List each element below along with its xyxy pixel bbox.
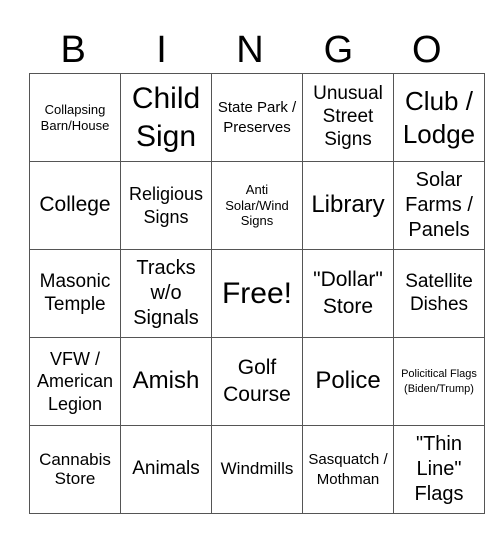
bingo-cell[interactable]: Amish [120, 337, 212, 426]
bingo-cell[interactable]: Cannabis Store [29, 425, 121, 514]
bingo-cell[interactable]: Child Sign [120, 73, 212, 162]
header-letter-o: O [411, 29, 442, 71]
bingo-cell[interactable]: VFW / American Legion [29, 337, 121, 426]
bingo-cell[interactable]: "Dollar" Store [302, 249, 394, 338]
bingo-cell[interactable]: Tracks w/o Signals [120, 249, 212, 338]
header-letter-b: B [60, 29, 86, 71]
header-letter-i: I [156, 29, 167, 71]
bingo-cell[interactable]: Sasquatch / Mothman [302, 425, 394, 514]
bingo-cell[interactable]: Golf Course [211, 337, 303, 426]
bingo-cell[interactable]: Solar Farms / Panels [393, 161, 485, 250]
bingo-cell[interactable]: Unusual Street Signs [302, 73, 394, 162]
bingo-cell[interactable]: Collapsing Barn/House [29, 73, 121, 162]
bingo-cell[interactable]: "Thin Line" Flags [393, 425, 485, 514]
free-space-cell[interactable]: Free! [211, 249, 303, 338]
bingo-card: Collapsing Barn/House Child Sign State P… [29, 73, 485, 514]
bingo-cell[interactable]: College [29, 161, 121, 250]
header-letter-n: N [236, 29, 264, 71]
bingo-row: VFW / American Legion Amish Golf Course … [29, 337, 485, 426]
bingo-row: Cannabis Store Animals Windmills Sasquat… [29, 425, 485, 514]
bingo-row: Masonic Temple Tracks w/o Signals Free! … [29, 249, 485, 338]
bingo-cell[interactable]: Animals [120, 425, 212, 514]
bingo-cell[interactable]: Religious Signs [120, 161, 212, 250]
bingo-cell[interactable]: State Park / Preserves [211, 73, 303, 162]
bingo-cell[interactable]: Anti Solar/Wind Signs [211, 161, 303, 250]
bingo-cell[interactable]: Club / Lodge [393, 73, 485, 162]
bingo-cell[interactable]: Masonic Temple [29, 249, 121, 338]
bingo-row: College Religious Signs Anti Solar/Wind … [29, 161, 485, 250]
bingo-cell[interactable]: Policitical Flags (Biden/Trump) [393, 337, 485, 426]
bingo-cell[interactable]: Library [302, 161, 394, 250]
bingo-header: B I N G O [29, 28, 471, 72]
bingo-cell[interactable]: Satellite Dishes [393, 249, 485, 338]
bingo-cell[interactable]: Windmills [211, 425, 303, 514]
header-letter-g: G [323, 29, 354, 71]
bingo-row: Collapsing Barn/House Child Sign State P… [29, 73, 485, 162]
bingo-cell[interactable]: Police [302, 337, 394, 426]
